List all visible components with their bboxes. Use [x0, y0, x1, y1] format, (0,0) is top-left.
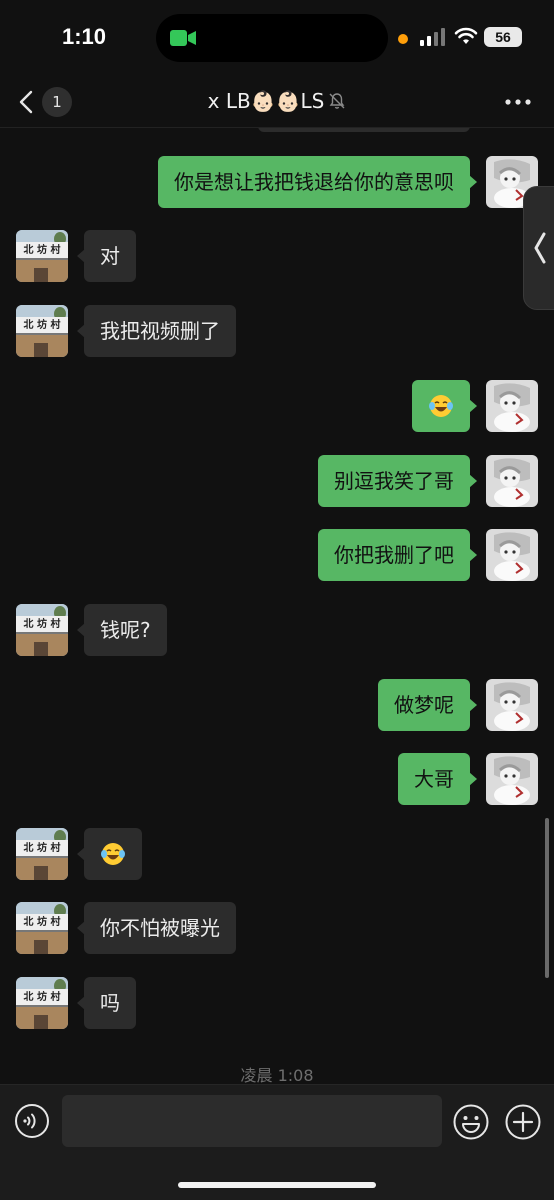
avatar-sign-text: 北 坊 村 — [23, 917, 61, 928]
voice-input-icon[interactable] — [14, 1103, 50, 1139]
message-text: 我把视频删了 — [100, 319, 220, 343]
dynamic-island — [156, 14, 388, 62]
chat-header: 1 x LB👶🏻👶🏻LS — [0, 76, 554, 128]
message-input[interactable] — [62, 1095, 442, 1147]
emoji-icon[interactable] — [452, 1103, 490, 1141]
message-bubble[interactable]: 钱呢? — [77, 604, 167, 656]
message-text: 别逗我笑了哥 — [334, 469, 454, 493]
message-bubble[interactable]: 你不怕被曝光 — [77, 902, 236, 954]
home-indicator[interactable] — [178, 1182, 376, 1188]
message-row-left: 北 坊 村 — [0, 828, 554, 888]
avatar-sign-text: 北 坊 村 — [23, 992, 61, 1003]
message-text: 对 — [100, 244, 120, 268]
contact-avatar[interactable]: 北 坊 村 — [16, 305, 68, 357]
message-bubble[interactable]: 别逗我笑了哥 — [318, 455, 477, 507]
my-avatar[interactable] — [486, 753, 538, 805]
avatar-sign-text: 北 坊 村 — [23, 245, 61, 256]
message-text: 你是想让我把钱退给你的意思呗 — [174, 170, 454, 194]
message-bubble[interactable] — [77, 828, 142, 880]
contact-avatar[interactable]: 北 坊 村 — [16, 977, 68, 1029]
avatar-sign-text: 北 坊 村 — [23, 619, 61, 630]
message-text: 你把我删了吧 — [334, 543, 454, 567]
message-row-left: 北 坊 村对 — [0, 230, 554, 290]
message-bubble[interactable]: 你是想让我把钱退给你的意思呗 — [158, 156, 477, 208]
drawer-chevron-icon — [534, 232, 546, 264]
message-text: 钱呢? — [100, 618, 151, 642]
more-dots-icon[interactable] — [498, 90, 538, 114]
message-row-right: 你是想让我把钱退给你的意思呗 — [0, 156, 554, 216]
scrollbar[interactable] — [545, 818, 549, 978]
add-plus-icon[interactable] — [504, 1103, 542, 1141]
tears-of-joy-emoji-icon — [101, 842, 125, 865]
message-bubble[interactable]: 吗 — [77, 977, 136, 1029]
chat-title[interactable]: x LB👶🏻👶🏻LS — [120, 86, 434, 116]
message-bubble[interactable]: 做梦呢 — [378, 679, 477, 731]
message-timestamp: 凌晨 1:08 — [240, 1066, 314, 1085]
chat-title-text: x LB👶🏻👶🏻LS — [207, 89, 325, 113]
contact-avatar[interactable]: 北 坊 村 — [16, 230, 68, 282]
signal-icon — [420, 28, 445, 46]
recording-dot-icon — [398, 34, 408, 44]
my-avatar[interactable] — [486, 679, 538, 731]
message-list[interactable]: 你是想让我把钱退给你的意思呗北 坊 村对北 坊 村我把视频删了 别逗我笑了哥 你把我… — [0, 128, 554, 1084]
contact-avatar[interactable]: 北 坊 村 — [16, 828, 68, 880]
message-row-left: 北 坊 村吗 — [0, 977, 554, 1037]
unread-count-badge: 1 — [42, 87, 72, 117]
message-row-left: 北 坊 村 钱呢? — [0, 604, 554, 664]
message-bubble[interactable]: 大哥 — [398, 753, 477, 805]
back-chevron-icon — [19, 90, 33, 114]
message-text: 你不怕被曝光 — [100, 916, 220, 940]
my-avatar[interactable] — [486, 529, 538, 581]
message-row-right: 做梦呢 — [0, 679, 554, 739]
wifi-icon — [454, 27, 478, 44]
message-bubble[interactable] — [412, 380, 477, 432]
message-row-left: 北 坊 村 你不怕被曝光 — [0, 902, 554, 962]
message-row-right: 你把我删了吧 — [0, 529, 554, 589]
battery-icon: 56 — [484, 27, 522, 47]
previous-message-fragment — [258, 128, 470, 132]
status-time: 1:10 — [62, 24, 107, 49]
message-bubble[interactable]: 你把我删了吧 — [318, 529, 477, 581]
message-row-right — [0, 380, 554, 440]
message-text: 做梦呢 — [394, 693, 454, 717]
facetime-video-icon — [170, 30, 196, 46]
tears-of-joy-emoji-icon — [429, 394, 453, 417]
avatar-sign-text: 北 坊 村 — [23, 320, 61, 331]
avatar-sign-text: 北 坊 村 — [23, 843, 61, 854]
message-row-right: 大哥 — [0, 753, 554, 813]
message-text: 吗 — [100, 991, 120, 1015]
message-text: 大哥 — [414, 767, 454, 791]
chat-screen: 1:10 56 1 x LB👶🏻👶🏻LS 你是想让我把钱退给你的意思呗 北 坊 … — [0, 0, 554, 1200]
my-avatar[interactable] — [486, 455, 538, 507]
status-bar: 1:10 56 — [0, 0, 554, 76]
message-bubble[interactable]: 对 — [77, 230, 136, 282]
message-bubble[interactable]: 我把视频删了 — [77, 305, 236, 357]
message-row-left: 北 坊 村 我把视频删了 — [0, 305, 554, 365]
message-row-right: 别逗我笑了哥 — [0, 455, 554, 515]
side-drawer-handle[interactable] — [523, 186, 554, 310]
contact-avatar[interactable]: 北 坊 村 — [16, 604, 68, 656]
my-avatar[interactable] — [486, 380, 538, 432]
back-button[interactable]: 1 — [14, 82, 78, 122]
mute-bell-icon — [329, 93, 345, 109]
contact-avatar[interactable]: 北 坊 村 — [16, 902, 68, 954]
